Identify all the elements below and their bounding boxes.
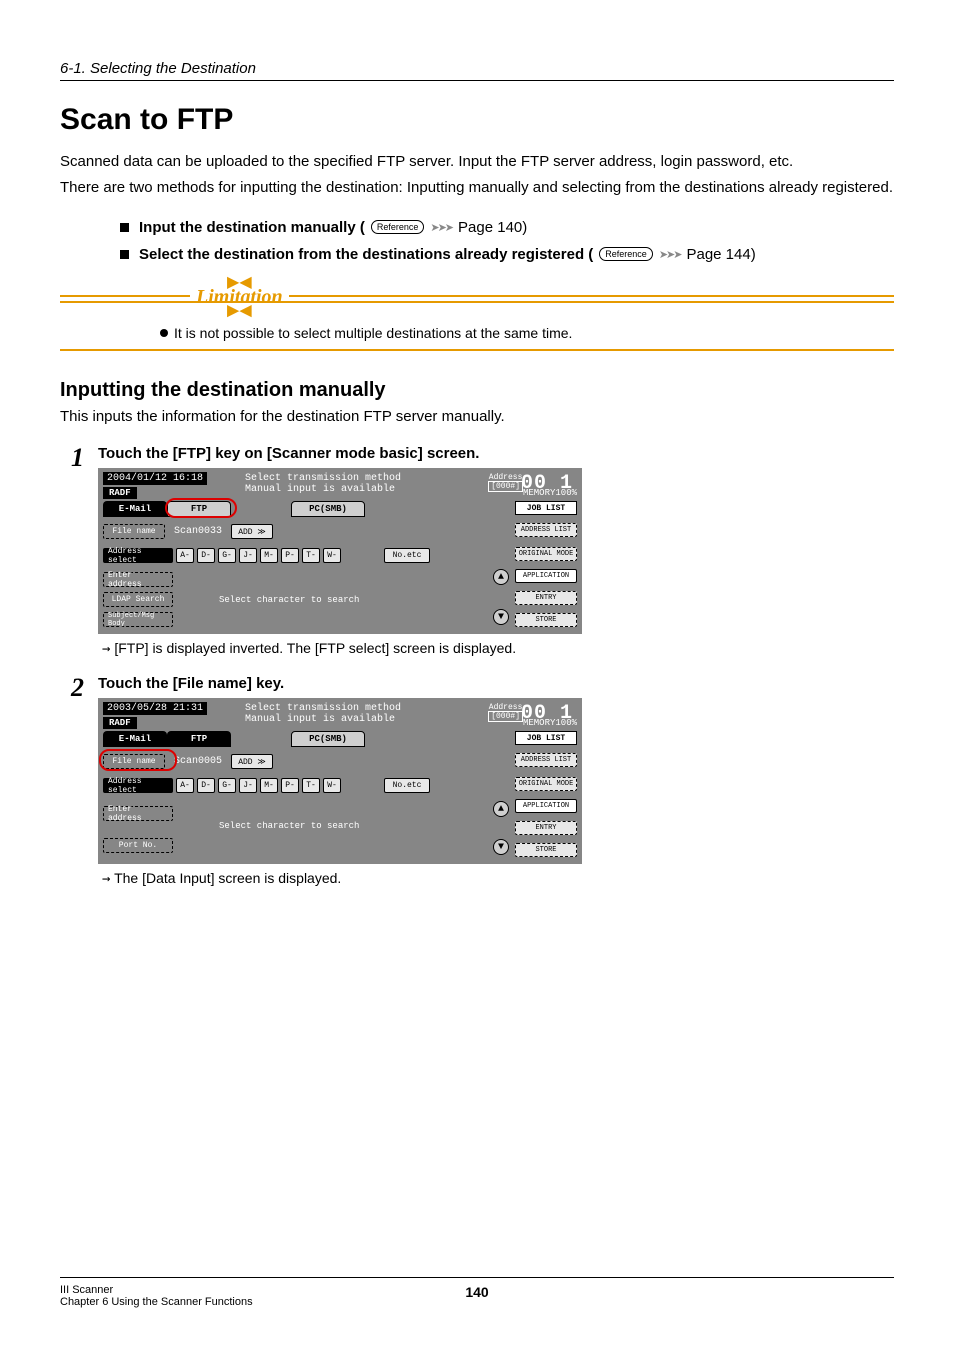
lcd-letter[interactable]: M- xyxy=(260,548,278,563)
lcd-search-prompt: Select character to search xyxy=(219,595,359,605)
page-ref: Page 140) xyxy=(458,219,527,236)
lcd-subject-body[interactable]: Subject/Msg Body xyxy=(103,612,173,627)
bullet-text: Select the destination from the destinat… xyxy=(139,246,593,263)
step-number: 1 xyxy=(60,445,84,471)
step-title: Touch the [FTP] key on [Scanner mode bas… xyxy=(98,445,894,462)
page-footer: III Scanner Chapter 6 Using the Scanner … xyxy=(60,1277,894,1308)
section-sub: This inputs the information for the dest… xyxy=(60,406,894,428)
lcd-noetc[interactable]: No.etc xyxy=(384,548,430,563)
lcd-message: Select transmission method Manual input … xyxy=(245,703,401,725)
dot-bullet-icon xyxy=(160,329,168,337)
lcd-filename-value: Scan0033 xyxy=(168,526,228,537)
lcd-radf: RADF xyxy=(103,717,137,729)
lcd-datetime: 2004/01/12 16:18 xyxy=(103,472,207,485)
lcd-tab-ftp[interactable]: FTP xyxy=(167,501,231,517)
lcd-filename-key[interactable]: File name xyxy=(103,754,165,769)
step-result: → The [Data Input] screen is displayed. xyxy=(102,870,894,887)
lcd-screenshot-1: 2004/01/12 16:18 Select transmission met… xyxy=(98,468,582,634)
square-bullet-icon xyxy=(120,250,129,259)
lcd-joblist-button[interactable]: JOB LIST xyxy=(515,731,577,745)
lcd-tab-pcsmb[interactable]: PC(SMB) xyxy=(291,501,365,517)
lcd-filename-value: Scan0005 xyxy=(168,756,228,767)
limitation-callout: ▶◀ Limitation ▶◀ It is not possible to s… xyxy=(60,281,894,351)
limitation-note: It is not possible to select multiple de… xyxy=(174,325,572,341)
arrows-icon: ➤➤➤ xyxy=(659,248,681,261)
bullet-registered: Select the destination from the destinat… xyxy=(120,246,894,263)
lcd-letter[interactable]: A- xyxy=(176,548,194,563)
footer-page-number: 140 xyxy=(60,1284,894,1300)
lcd-letter[interactable]: P- xyxy=(281,548,299,563)
lcd-address-list-button[interactable]: ADDRESS LIST xyxy=(515,753,577,767)
lcd-message: Select transmission method Manual input … xyxy=(245,473,401,495)
breadcrumb: 6-1. Selecting the Destination xyxy=(60,60,894,81)
reference-badge: Reference xyxy=(599,247,653,261)
lcd-store-button[interactable]: STORE xyxy=(515,843,577,857)
lcd-address-count: Address [000#] xyxy=(488,473,523,492)
lcd-letter[interactable]: W- xyxy=(323,548,341,563)
bullet-manual-input: Input the destination manually ( Referen… xyxy=(120,219,894,236)
lcd-port-no[interactable]: Port No. xyxy=(103,838,173,853)
lcd-letter[interactable]: P- xyxy=(281,778,299,793)
limitation-bottom-icon: ▶◀ xyxy=(227,307,252,315)
lcd-letter[interactable]: J- xyxy=(239,548,257,563)
lcd-letter[interactable]: M- xyxy=(260,778,278,793)
lcd-application-button[interactable]: APPLICATION xyxy=(515,799,577,813)
square-bullet-icon xyxy=(120,223,129,232)
lcd-tab-ftp[interactable]: FTP xyxy=(167,731,231,747)
lcd-enter-address[interactable]: Enter address xyxy=(103,572,173,587)
arrows-icon: ➤➤➤ xyxy=(430,221,452,234)
lcd-screenshot-2: 2003/05/28 21:31 Select transmission met… xyxy=(98,698,582,864)
step-number: 2 xyxy=(60,675,84,701)
lcd-application-button[interactable]: APPLICATION xyxy=(515,569,577,583)
lcd-memory: MEMORY100% xyxy=(523,488,577,498)
lcd-letter[interactable]: A- xyxy=(176,778,194,793)
step-1: 1 Touch the [FTP] key on [Scanner mode b… xyxy=(60,445,894,657)
lcd-address-list-button[interactable]: ADDRESS LIST xyxy=(515,523,577,537)
step-title: Touch the [File name] key. xyxy=(98,675,894,692)
reference-badge: Reference xyxy=(371,220,425,234)
lcd-filename-key[interactable]: File name xyxy=(103,524,165,539)
lcd-enter-address[interactable]: Enter address xyxy=(103,806,173,821)
intro-paragraph-2: There are two methods for inputting the … xyxy=(60,177,894,199)
lcd-letter[interactable]: D- xyxy=(197,778,215,793)
lcd-add-button[interactable]: ADD ≫ xyxy=(231,754,273,769)
lcd-letter[interactable]: T- xyxy=(302,548,320,563)
lcd-letter[interactable]: W- xyxy=(323,778,341,793)
lcd-radf: RADF xyxy=(103,487,137,499)
bullet-text: Input the destination manually ( xyxy=(139,219,365,236)
lcd-ldap-search[interactable]: LDAP Search xyxy=(103,592,173,607)
page-ref: Page 144) xyxy=(686,246,755,263)
lcd-letter[interactable]: D- xyxy=(197,548,215,563)
lcd-tab-email[interactable]: E-Mail xyxy=(103,731,167,747)
bullet-list: Input the destination manually ( Referen… xyxy=(120,219,894,263)
step-result: → [FTP] is displayed inverted. The [FTP … xyxy=(102,640,894,657)
lcd-address-select[interactable]: Address select xyxy=(103,548,173,563)
lcd-add-button[interactable]: ADD ≫ xyxy=(231,524,273,539)
lcd-address-count: Address [000#] xyxy=(488,703,523,722)
lcd-noetc[interactable]: No.etc xyxy=(384,778,430,793)
lcd-search-prompt: Select character to search xyxy=(219,821,359,831)
section-heading: Inputting the destination manually xyxy=(60,379,894,402)
lcd-tab-email[interactable]: E-Mail xyxy=(103,501,167,517)
lcd-original-mode-button[interactable]: ORIGINAL MODE xyxy=(515,547,577,561)
step-2: 2 Touch the [File name] key. 2003/05/28 … xyxy=(60,675,894,887)
lcd-letter[interactable]: G- xyxy=(218,548,236,563)
lcd-memory: MEMORY100% xyxy=(523,718,577,728)
lcd-datetime: 2003/05/28 21:31 xyxy=(103,702,207,715)
lcd-letter[interactable]: T- xyxy=(302,778,320,793)
lcd-letter[interactable]: J- xyxy=(239,778,257,793)
lcd-original-mode-button[interactable]: ORIGINAL MODE xyxy=(515,777,577,791)
lcd-address-select[interactable]: Address select xyxy=(103,778,173,793)
lcd-joblist-button[interactable]: JOB LIST xyxy=(515,501,577,515)
lcd-tab-pcsmb[interactable]: PC(SMB) xyxy=(291,731,365,747)
lcd-entry-button[interactable]: ENTRY xyxy=(515,591,577,605)
lcd-store-button[interactable]: STORE xyxy=(515,613,577,627)
intro-paragraph-1: Scanned data can be uploaded to the spec… xyxy=(60,151,894,173)
lcd-letter[interactable]: G- xyxy=(218,778,236,793)
page-title: Scan to FTP xyxy=(60,103,894,137)
lcd-entry-button[interactable]: ENTRY xyxy=(515,821,577,835)
